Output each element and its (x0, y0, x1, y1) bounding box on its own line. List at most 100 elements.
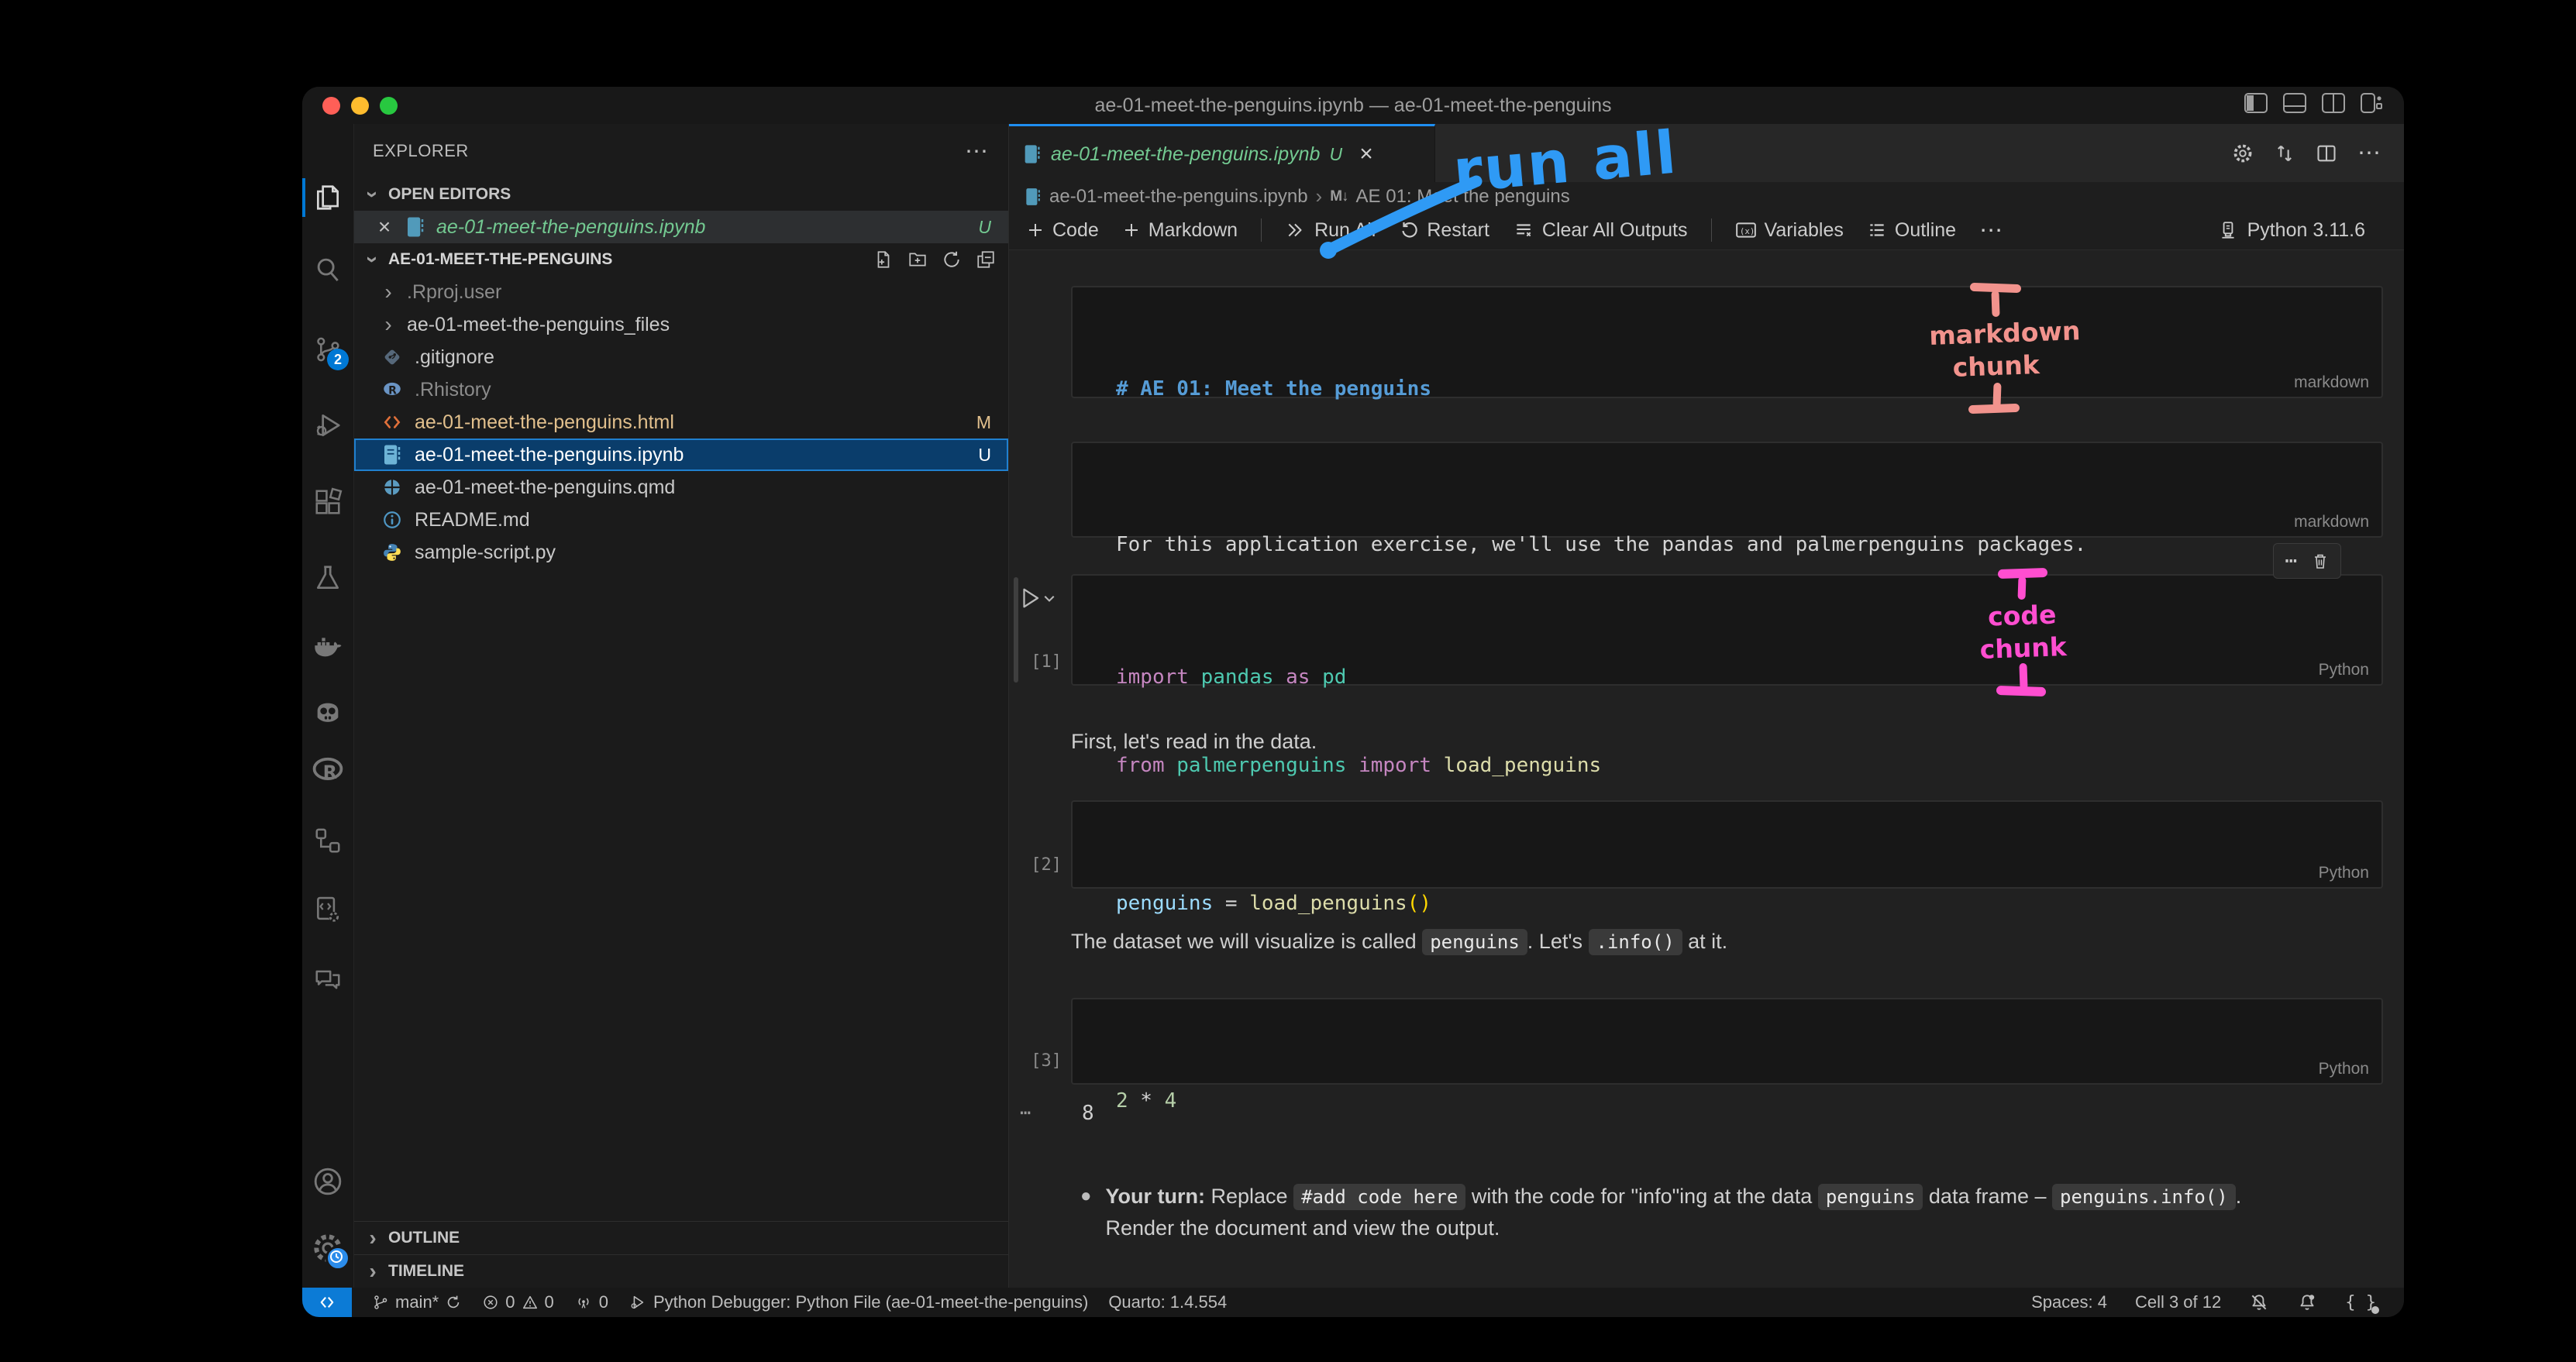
comments-icon[interactable] (302, 953, 353, 1007)
code-cell[interactable]: 2 * 4 [3] Python (1071, 998, 2383, 1085)
add-code-cell-button[interactable]: Code (1026, 219, 1099, 242)
cell-language-label: Python (2319, 661, 2369, 679)
close-editor-icon[interactable]: × (374, 215, 394, 239)
minimize-window-button[interactable] (351, 97, 369, 115)
file-row-selected[interactable]: ae-01-meet-the-penguins.ipynb U (354, 439, 1008, 471)
warning-count: 0 (545, 1292, 554, 1312)
close-window-button[interactable] (322, 97, 340, 115)
search-icon[interactable] (302, 242, 353, 296)
output-value: 8 (1082, 1102, 1094, 1125)
cell-position-indicator[interactable]: Cell 3 of 12 (2135, 1292, 2221, 1312)
output-more-icon[interactable]: ⋯ (1020, 1102, 1032, 1123)
tab-bar: ae-01-meet-the-penguins.ipynb U × ⋯ (1009, 124, 2404, 182)
file-name: ae-01-meet-the-penguins.ipynb (415, 444, 684, 466)
copilot-icon[interactable] (302, 686, 353, 741)
breadcrumb-file[interactable]: ae-01-meet-the-penguins.ipynb (1049, 186, 1308, 208)
collapse-all-icon[interactable] (976, 249, 996, 270)
run-all-button[interactable]: Run All (1285, 219, 1376, 242)
quarto-status[interactable]: Quarto: 1.4.554 (1108, 1292, 1227, 1312)
zoom-window-button[interactable] (380, 97, 398, 115)
hierarchy-icon[interactable] (302, 813, 353, 868)
customize-layout-icon[interactable] (2361, 93, 2384, 113)
refresh-icon[interactable] (942, 249, 962, 270)
toggle-panel-icon[interactable] (2283, 93, 2306, 113)
workspace-root-header[interactable]: › AE-01-MEET-THE-PENGUINS (354, 243, 1008, 276)
extensions-icon[interactable] (302, 475, 353, 529)
kernel-label: Python 3.11.6 (2247, 219, 2365, 242)
breadcrumb[interactable]: ae-01-meet-the-penguins.ipynb › M↓ AE 01… (1009, 182, 2404, 211)
accounts-icon[interactable] (302, 1154, 353, 1209)
source-control-icon[interactable]: 2 (302, 322, 353, 377)
timeline-section[interactable]: › TIMELINE (354, 1254, 1008, 1288)
outline-button[interactable]: Outline (1867, 219, 1956, 242)
timeline-label: TIMELINE (388, 1262, 464, 1281)
spaces-indicator[interactable]: Spaces: 4 (2031, 1292, 2107, 1312)
code-token: () (1407, 892, 1431, 915)
open-editors-section[interactable]: › OPEN EDITORS (354, 178, 1008, 211)
code-cell[interactable]: ⋯ import pandas as pd from palmerpengu (1071, 574, 2383, 686)
file-row[interactable]: README.md (354, 504, 1008, 536)
branch-status[interactable]: main* (372, 1292, 462, 1312)
notifications-bell-icon[interactable] (2297, 1292, 2317, 1312)
file-row[interactable]: ae-01-meet-the-penguins.qmd (354, 471, 1008, 504)
code-token: from (1116, 754, 1165, 777)
git-status-badge: U (978, 217, 991, 238)
testing-flask-icon[interactable] (302, 551, 353, 605)
split-editor-layout-icon[interactable] (2322, 93, 2345, 113)
explorer-icon[interactable] (302, 170, 353, 225)
remote-indicator[interactable] (302, 1288, 352, 1317)
cell-more-icon[interactable]: ⋯ (2285, 549, 2297, 573)
toggle-sidebar-icon[interactable] (2244, 93, 2268, 113)
split-editor-icon[interactable] (2316, 143, 2337, 164)
markdown-source-cell[interactable]: # AE 01: Meet the penguins ## Greg Chism… (1071, 286, 2383, 398)
notebook-settings-gear-icon[interactable] (2232, 143, 2254, 164)
braces-indicator-icon[interactable]: { } (2345, 1293, 2376, 1312)
python-file-icon (381, 541, 404, 564)
compare-swap-icon[interactable] (2274, 143, 2295, 164)
add-markdown-cell-button[interactable]: Markdown (1122, 219, 1238, 242)
settings-gear-icon[interactable] (302, 1221, 353, 1275)
bell-slash-icon[interactable] (2249, 1292, 2269, 1312)
new-folder-icon[interactable] (907, 249, 928, 270)
cell-language-label: Python (2319, 1060, 2369, 1078)
screenshot-stage: ae-01-meet-the-penguins.ipynb — ae-01-me… (0, 0, 2576, 1362)
debugger-status[interactable]: Python Debugger: Python File (ae-01-meet… (629, 1292, 1088, 1312)
breadcrumb-section[interactable]: AE 01: Meet the penguins (1356, 186, 1570, 208)
ports-status[interactable]: 0 (574, 1292, 608, 1312)
docker-icon[interactable] (302, 619, 353, 673)
file-row[interactable]: › ae-01-meet-the-penguins_files (354, 308, 1008, 341)
tab-close-icon[interactable]: × (1356, 141, 1376, 167)
variables-button[interactable]: (x) Variables (1735, 219, 1844, 242)
file-row[interactable]: .gitignore (354, 341, 1008, 373)
clear-all-outputs-button[interactable]: Clear All Outputs (1513, 219, 1688, 242)
markdown-source-cell[interactable]: For this application exercise, we'll use… (1071, 442, 2383, 538)
explorer-more-actions-icon[interactable]: ⋯ (965, 138, 990, 165)
kernel-picker[interactable]: Python 3.11.6 (2218, 219, 2404, 242)
new-file-icon[interactable] (873, 249, 894, 270)
problems-status[interactable]: 0 0 (482, 1292, 554, 1312)
chevron-right-icon: › (365, 1261, 381, 1282)
cell-output: ⋯ 8 (1071, 1102, 2383, 1125)
open-editor-item[interactable]: × ae-01-meet-the-penguins.ipynb U (354, 211, 1008, 243)
git-status-badge: U (978, 445, 991, 466)
warning-icon (522, 1294, 539, 1311)
markdown-bullet-item: ● Your turn: Replace #add code here with… (1071, 1181, 2383, 1243)
run-debug-icon[interactable] (302, 398, 353, 452)
run-cell-button[interactable] (1018, 585, 1056, 611)
file-row[interactable]: › .Rproj.user (354, 276, 1008, 308)
notebook-renderers-icon[interactable] (302, 882, 353, 937)
file-row[interactable]: R .Rhistory (354, 373, 1008, 406)
activity-bar: 2 R (302, 124, 354, 1288)
toolbar-more-icon[interactable]: ⋯ (1979, 217, 2004, 244)
r-language-icon[interactable]: R (302, 743, 353, 797)
tab-active[interactable]: ae-01-meet-the-penguins.ipynb U × (1009, 124, 1435, 182)
delete-cell-icon[interactable] (2311, 552, 2330, 570)
outline-section[interactable]: › OUTLINE (354, 1221, 1008, 1254)
restart-kernel-button[interactable]: Restart (1399, 219, 1489, 242)
more-actions-icon[interactable]: ⋯ (2357, 139, 2382, 167)
code-token: load_penguins (1431, 754, 1601, 777)
code-cell[interactable]: penguins = load_penguins() [2] Python (1071, 800, 2383, 889)
file-row[interactable]: ae-01-meet-the-penguins.html M (354, 406, 1008, 439)
file-row[interactable]: sample-script.py (354, 536, 1008, 569)
git-status-badge: M (976, 412, 991, 433)
